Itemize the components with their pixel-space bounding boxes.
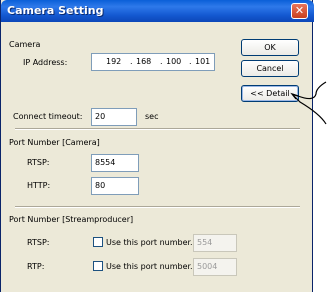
close-button[interactable]: ✕ [291, 3, 308, 19]
camera-http-label: HTTP: [27, 181, 51, 190]
stream-rtsp-checkbox[interactable] [93, 237, 103, 247]
ip-separator-3: . [189, 57, 192, 66]
camera-http-input[interactable]: 80 [91, 177, 139, 195]
connect-timeout-label: Connect timeout: [13, 112, 83, 121]
stream-rtp-label: RTP: [27, 262, 45, 271]
ip-octet-1[interactable]: 192 [106, 54, 121, 70]
ip-address-field[interactable]: 192 . 168 . 100 . 101 [91, 53, 215, 71]
stream-rtp-input[interactable]: 5004 [193, 258, 237, 276]
stream-rtp-checkbox-label[interactable]: Use this port number. [106, 262, 193, 271]
timeout-unit-label: sec [145, 112, 159, 121]
ip-octet-4[interactable]: 101 [195, 54, 210, 70]
ip-separator-1: . [130, 57, 133, 66]
connect-timeout-input[interactable]: 20 [91, 108, 137, 126]
cancel-button[interactable]: Cancel [241, 60, 299, 77]
ip-octet-3[interactable]: 100 [166, 54, 181, 70]
stream-rtsp-label: RTSP: [27, 238, 50, 247]
window-title: Camera Setting [7, 4, 104, 17]
camera-rtsp-input[interactable]: 8554 [91, 154, 139, 172]
stream-rtsp-input[interactable]: 554 [193, 234, 237, 252]
close-icon: ✕ [294, 4, 305, 17]
section-divider-1 [15, 128, 300, 130]
port-camera-section-label: Port Number [Camera] [9, 138, 100, 147]
port-stream-section-label: Port Number [Streamproducer] [9, 215, 134, 224]
ok-button[interactable]: OK [241, 39, 299, 56]
section-divider-2 [15, 206, 300, 208]
ip-octet-2[interactable]: 168 [136, 54, 151, 70]
callout-arrow-icon [290, 81, 327, 125]
camera-section-label: Camera [9, 40, 41, 49]
stream-rtsp-checkbox-label[interactable]: Use this port number. [106, 238, 193, 247]
stream-rtp-checkbox[interactable] [93, 261, 103, 271]
camera-rtsp-label: RTSP: [27, 158, 50, 167]
ip-address-label: IP Address: [23, 58, 68, 67]
ip-separator-2: . [160, 57, 163, 66]
camera-setting-dialog: Camera Setting ✕ Camera IP Address: 192 … [0, 0, 314, 292]
title-bar[interactable]: Camera Setting ✕ [1, 0, 314, 22]
